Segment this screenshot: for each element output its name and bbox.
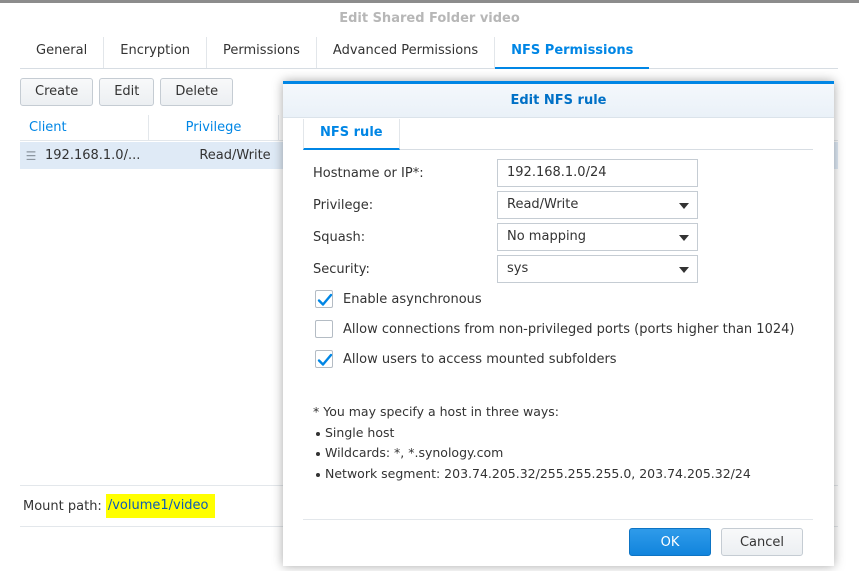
checkmark-icon bbox=[317, 293, 333, 306]
enable-async-checkbox[interactable] bbox=[315, 290, 333, 308]
column-header-client[interactable]: Client bbox=[20, 115, 149, 140]
tab-nfs-permissions[interactable]: NFS Permissions bbox=[495, 37, 650, 69]
mount-path-label: Mount path: bbox=[23, 498, 102, 514]
ok-button[interactable]: OK bbox=[629, 528, 711, 556]
toolbar: Create Edit Delete bbox=[20, 78, 234, 106]
cell-client: 192.168.1.0/... bbox=[45, 148, 141, 163]
security-row: Security: sys bbox=[313, 255, 703, 283]
squash-select[interactable]: No mapping bbox=[497, 223, 698, 251]
checkmark-icon bbox=[317, 353, 333, 366]
delete-button[interactable]: Delete bbox=[160, 78, 234, 106]
hostname-label: Hostname or IP*: bbox=[313, 165, 424, 181]
help-item-network-segment: Network segment: 203.74.205.32/255.255.2… bbox=[313, 464, 751, 485]
edit-nfs-rule-dialog: Edit NFS rule NFS rule Hostname or IP*: … bbox=[283, 81, 834, 566]
cell-privilege: Read/Write bbox=[199, 148, 271, 163]
tab-advanced-permissions[interactable]: Advanced Permissions bbox=[317, 37, 496, 68]
edit-button[interactable]: Edit bbox=[99, 78, 155, 106]
security-select[interactable]: sys bbox=[497, 255, 698, 283]
checkbox-row-subfolders: Allow users to access mounted subfolders bbox=[315, 349, 617, 369]
checkbox-row-nonpriv: Allow connections from non-privileged po… bbox=[315, 319, 794, 339]
squash-row: Squash: No mapping bbox=[313, 223, 703, 251]
privilege-select[interactable]: Read/Write bbox=[497, 191, 698, 219]
tab-nfs-rule[interactable]: NFS rule bbox=[303, 119, 400, 150]
tab-general[interactable]: General bbox=[20, 37, 105, 68]
security-select-value: sys bbox=[507, 261, 529, 276]
dialog-tab-bar: NFS rule bbox=[303, 118, 813, 150]
mounted-subfolders-checkbox[interactable] bbox=[315, 350, 333, 368]
non-privileged-ports-label[interactable]: Allow connections from non-privileged po… bbox=[343, 322, 794, 337]
dialog-title: Edit NFS rule bbox=[283, 84, 834, 118]
tab-encryption[interactable]: Encryption bbox=[104, 37, 208, 68]
footer-divider bbox=[303, 519, 813, 520]
squash-select-value: No mapping bbox=[507, 229, 587, 244]
security-label: Security: bbox=[313, 261, 370, 277]
chevron-down-icon bbox=[679, 235, 689, 241]
chevron-down-icon bbox=[679, 203, 689, 209]
window-title: Edit Shared Folder video bbox=[339, 11, 520, 26]
help-item-wildcards: Wildcards: *, *.synology.com bbox=[313, 443, 751, 464]
tab-permissions[interactable]: Permissions bbox=[207, 37, 317, 68]
hostname-row: Hostname or IP*: 192.168.1.0/24 bbox=[313, 159, 703, 187]
host-format-help: * You may specify a host in three ways: … bbox=[313, 402, 751, 484]
tab-bar: General Encryption Permissions Advanced … bbox=[20, 37, 838, 69]
help-item-single-host: Single host bbox=[313, 423, 751, 444]
privilege-label: Privilege: bbox=[313, 197, 374, 213]
create-button[interactable]: Create bbox=[20, 78, 94, 106]
hostname-input[interactable]: 192.168.1.0/24 bbox=[497, 159, 698, 187]
squash-label: Squash: bbox=[313, 229, 366, 245]
column-header-privilege[interactable]: Privilege bbox=[149, 115, 279, 140]
mounted-subfolders-label[interactable]: Allow users to access mounted subfolders bbox=[343, 352, 617, 367]
non-privileged-ports-checkbox[interactable] bbox=[315, 320, 333, 338]
enable-async-label[interactable]: Enable asynchronous bbox=[343, 292, 482, 307]
checkbox-row-async: Enable asynchronous bbox=[315, 289, 482, 309]
drag-handle-icon[interactable]: ☰ bbox=[20, 149, 42, 163]
cancel-button[interactable]: Cancel bbox=[721, 528, 803, 556]
chevron-down-icon bbox=[679, 267, 689, 273]
mount-path-value: /volume1/video bbox=[105, 494, 215, 518]
privilege-row: Privilege: Read/Write bbox=[313, 191, 703, 219]
help-intro: * You may specify a host in three ways: bbox=[313, 404, 559, 419]
privilege-select-value: Read/Write bbox=[507, 197, 579, 212]
